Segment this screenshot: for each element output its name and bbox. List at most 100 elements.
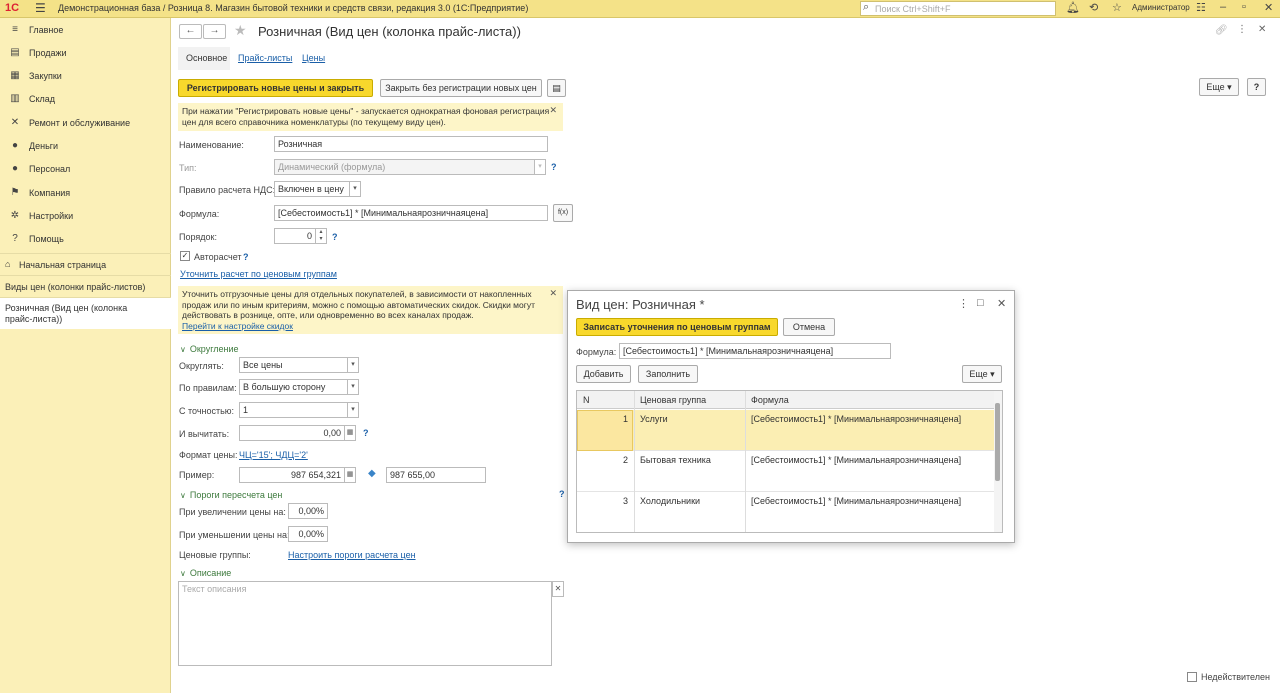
- close-note-icon[interactable]: ✕: [549, 288, 557, 299]
- column-header-n[interactable]: N: [583, 395, 590, 405]
- type-label: Тип:: [179, 163, 197, 173]
- dialog-more-button[interactable]: Еще ▾: [962, 365, 1002, 383]
- increase-field[interactable]: 0,00%: [288, 503, 328, 519]
- open-window-item[interactable]: Виды цен (колонки прайс-листов): [0, 275, 171, 297]
- restore-icon[interactable]: ▫: [1242, 1, 1246, 13]
- save-refinements-button[interactable]: Записать уточнения по ценовым группам: [576, 318, 778, 336]
- maximize-icon[interactable]: □: [977, 297, 984, 309]
- name-field[interactable]: Розничная: [274, 136, 548, 152]
- example-field[interactable]: 987 654,321: [239, 467, 345, 483]
- cancel-button[interactable]: Отмена: [783, 318, 835, 336]
- format-link[interactable]: ЧЦ='15'; ЧДЦ='2': [239, 450, 308, 460]
- sidebar-item-company[interactable]: ⚑ Компания: [0, 182, 171, 204]
- rounding-section-label: Округление: [189, 344, 239, 354]
- close-icon[interactable]: ✕: [1264, 1, 1273, 14]
- favorite-star-icon[interactable]: ★: [234, 22, 247, 39]
- table-row[interactable]: 1 Услуги [Себестоимость1] * [Минимальная…: [577, 410, 995, 451]
- vat-dropdown-icon[interactable]: ▾: [349, 181, 361, 197]
- thresholds-section-toggle[interactable]: ∨ Пороги пересчета цен: [180, 490, 282, 500]
- order-field[interactable]: 0: [274, 228, 316, 244]
- rounding-section-toggle[interactable]: ∨ Округление: [180, 344, 239, 354]
- back-button[interactable]: ←: [179, 24, 202, 39]
- round-field[interactable]: Все цены: [239, 357, 348, 373]
- link-icon[interactable]: 🔗︎: [1215, 25, 1228, 36]
- sidebar-item-settings[interactable]: ✲ Настройки: [0, 205, 171, 227]
- description-section-toggle[interactable]: ∨ Описание: [180, 568, 231, 578]
- type-help-icon[interactable]: ?: [551, 162, 557, 172]
- open-window-item-active[interactable]: Розничная (Вид цен (колонка прайс-листа)…: [0, 297, 171, 329]
- title-bar: 1С ☰ Демонстрационная база / Розница 8. …: [0, 0, 1280, 18]
- description-textarea[interactable]: Текст описания: [178, 581, 552, 666]
- help-button[interactable]: ?: [1247, 78, 1266, 96]
- sidebar-item-main[interactable]: ≡ Главное: [0, 19, 171, 41]
- sidebar-item-help[interactable]: ? Помощь: [0, 228, 171, 250]
- user-name[interactable]: Администратор: [1132, 3, 1190, 12]
- tab-prices[interactable]: Цены: [302, 53, 325, 63]
- formula-field[interactable]: [Себестоимость1] * [Минимальнаярозничная…: [274, 205, 548, 221]
- bell-icon[interactable]: 🔔︎: [1066, 1, 1080, 14]
- configure-thresholds-link[interactable]: Настроить пороги расчета цен: [288, 550, 416, 560]
- groups-label: Ценовые группы:: [179, 550, 251, 560]
- table-row[interactable]: 3 Холодильники [Себестоимость1] * [Миним…: [577, 492, 995, 532]
- rule-field[interactable]: В большую сторону: [239, 379, 348, 395]
- round-dropdown-icon[interactable]: ▾: [347, 357, 359, 373]
- report-icon[interactable]: ▤: [547, 79, 566, 97]
- calculator-icon[interactable]: ▦: [344, 467, 356, 483]
- invalid-checkbox[interactable]: [1187, 672, 1197, 682]
- order-stepper-icon[interactable]: ▴ ▾: [315, 228, 327, 244]
- rule-dropdown-icon[interactable]: ▾: [347, 379, 359, 395]
- decrease-field[interactable]: 0,00%: [288, 526, 328, 542]
- favorites-star-icon[interactable]: ☆: [1112, 1, 1122, 14]
- settings-icon[interactable]: ☷: [1196, 1, 1206, 14]
- sidebar-item-label: Главное: [29, 25, 64, 35]
- more-vertical-icon[interactable]: ⋮: [958, 297, 969, 310]
- home-page-link[interactable]: ⌂ Начальная страница: [0, 253, 171, 275]
- tab-price-lists[interactable]: Прайс-листы: [238, 53, 292, 63]
- sidebar-item-label: Персонал: [29, 164, 71, 174]
- order-help-icon[interactable]: ?: [332, 232, 338, 242]
- sidebar-item-purchases[interactable]: ▦ Закупки: [0, 65, 171, 87]
- thresholds-help-icon[interactable]: ?: [559, 489, 565, 499]
- sidebar-item-warehouse[interactable]: ▥ Склад: [0, 88, 171, 110]
- calculator-icon[interactable]: ▦: [344, 425, 356, 441]
- minimize-icon[interactable]: –: [1220, 1, 1226, 13]
- scrollbar-thumb[interactable]: [995, 403, 1000, 481]
- column-header-group[interactable]: Ценовая группа: [640, 395, 706, 405]
- close-dialog-icon[interactable]: ✕: [997, 297, 1006, 310]
- history-icon[interactable]: ⟲: [1089, 1, 1098, 14]
- column-header-formula[interactable]: Формула: [751, 395, 789, 405]
- table-row[interactable]: 2 Бытовая техника [Себестоимость1] * [Ми…: [577, 451, 995, 492]
- more-button[interactable]: Еще ▾: [1199, 78, 1239, 96]
- row-number: 3: [623, 496, 629, 506]
- tab-main[interactable]: Основное: [186, 53, 227, 63]
- close-note-icon[interactable]: ✕: [549, 105, 557, 116]
- close-without-register-button[interactable]: Закрыть без регистрации новых цен: [380, 79, 542, 97]
- subtract-help-icon[interactable]: ?: [363, 428, 369, 438]
- refine-by-groups-link[interactable]: Уточнить расчет по ценовым группам: [180, 269, 337, 279]
- register-prices-button[interactable]: Регистрировать новые цены и закрыть: [178, 79, 373, 97]
- subtract-field[interactable]: 0,00: [239, 425, 345, 441]
- precision-field[interactable]: 1: [239, 402, 348, 418]
- fill-button[interactable]: Заполнить: [638, 365, 698, 383]
- sidebar-item-money[interactable]: ● Деньги: [0, 135, 171, 157]
- type-field: Динамический (формула): [274, 159, 535, 175]
- autocalc-help-icon[interactable]: ?: [243, 252, 249, 262]
- vat-field[interactable]: Включен в цену: [274, 181, 350, 197]
- sidebar-item-personnel[interactable]: ● Персонал: [0, 158, 171, 180]
- close-form-icon[interactable]: ✕: [1258, 24, 1266, 35]
- forward-button[interactable]: →: [203, 24, 226, 39]
- add-button[interactable]: Добавить: [576, 365, 631, 383]
- more-vertical-icon[interactable]: ⋮: [1237, 24, 1247, 35]
- main-menu-icon[interactable]: ☰: [35, 1, 46, 15]
- formula-editor-icon[interactable]: f(x): [553, 204, 573, 222]
- dialog-formula-field[interactable]: [Себестоимость1] * [Минимальнаярозничная…: [619, 343, 891, 359]
- sidebar-item-repair[interactable]: ✕ Ремонт и обслуживание: [0, 112, 171, 134]
- autocalc-checkbox[interactable]: ✓: [180, 251, 190, 261]
- open-window-label: Розничная (Вид цен (колонка прайс-листа)…: [5, 303, 128, 324]
- sidebar-item-sales[interactable]: ▤ Продажи: [0, 42, 171, 64]
- table-scrollbar[interactable]: [994, 391, 1002, 532]
- global-search-input[interactable]: ⌕ Поиск Ctrl+Shift+F: [860, 1, 1056, 16]
- discount-settings-link[interactable]: Перейти к настройке скидок: [182, 321, 293, 331]
- clear-description-icon[interactable]: ✕: [552, 581, 564, 597]
- precision-dropdown-icon[interactable]: ▾: [347, 402, 359, 418]
